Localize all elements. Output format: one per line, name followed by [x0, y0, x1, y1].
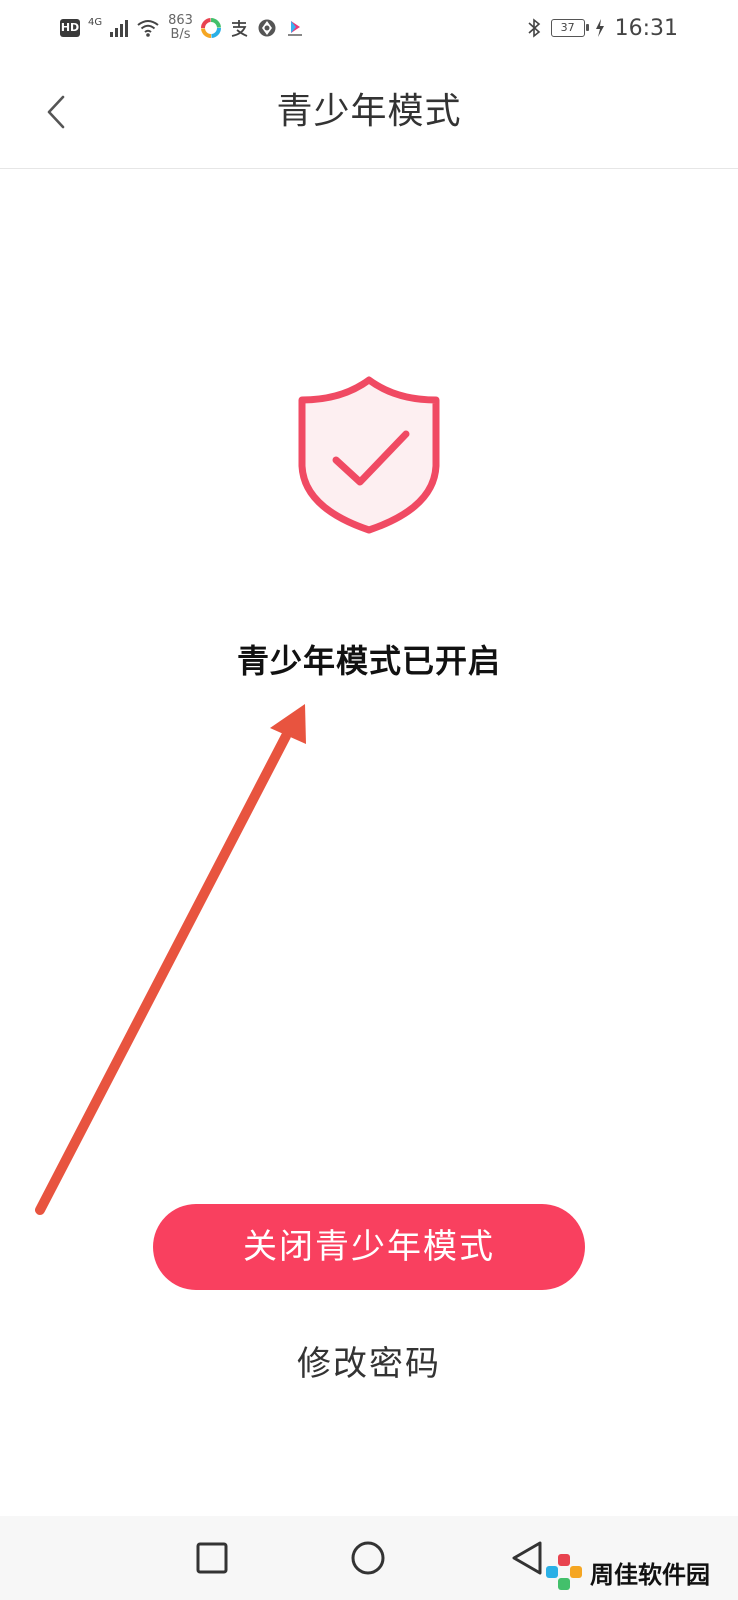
youku-icon [287, 21, 302, 36]
network-type: 4G [88, 16, 103, 28]
watermark: 周佳软件园 [544, 1550, 710, 1594]
speed-value: 863 [168, 13, 193, 28]
status-bar: HD 4G 863 B/s 37 16:31 [0, 0, 738, 56]
watermark-logo-icon [546, 1554, 582, 1590]
system-back-button[interactable] [508, 1538, 548, 1578]
charging-icon [595, 19, 604, 37]
bluetooth-icon [528, 18, 540, 38]
network-speed: 863 B/s [168, 14, 193, 42]
hd-badge: HD [60, 19, 80, 37]
alipay-icon [231, 20, 248, 37]
close-youth-mode-button[interactable]: 关闭青少年模式 [153, 1204, 585, 1290]
status-bar-left: HD 4G 863 B/s [60, 12, 305, 44]
clock: 16:31 [614, 15, 678, 41]
colorful-app-icon [200, 18, 221, 38]
shield-check-icon [298, 376, 440, 534]
youth-mode-status: 青少年模式已开启 [236, 642, 501, 680]
watermark-text: 周佳软件园 [590, 1560, 710, 1589]
header: 青少年模式 [0, 56, 738, 169]
page-title: 青少年模式 [276, 91, 462, 132]
status-bar-right: 37 16:31 [527, 12, 678, 44]
battery-indicator: 37 [550, 19, 589, 37]
speed-unit: B/s [170, 27, 191, 42]
home-button[interactable] [348, 1538, 388, 1578]
wifi-icon [136, 18, 160, 38]
aperture-app-icon [258, 19, 276, 37]
change-password-link[interactable]: 修改密码 [0, 1336, 738, 1385]
signal-icon [110, 19, 129, 37]
recent-apps-button[interactable] [192, 1538, 232, 1578]
